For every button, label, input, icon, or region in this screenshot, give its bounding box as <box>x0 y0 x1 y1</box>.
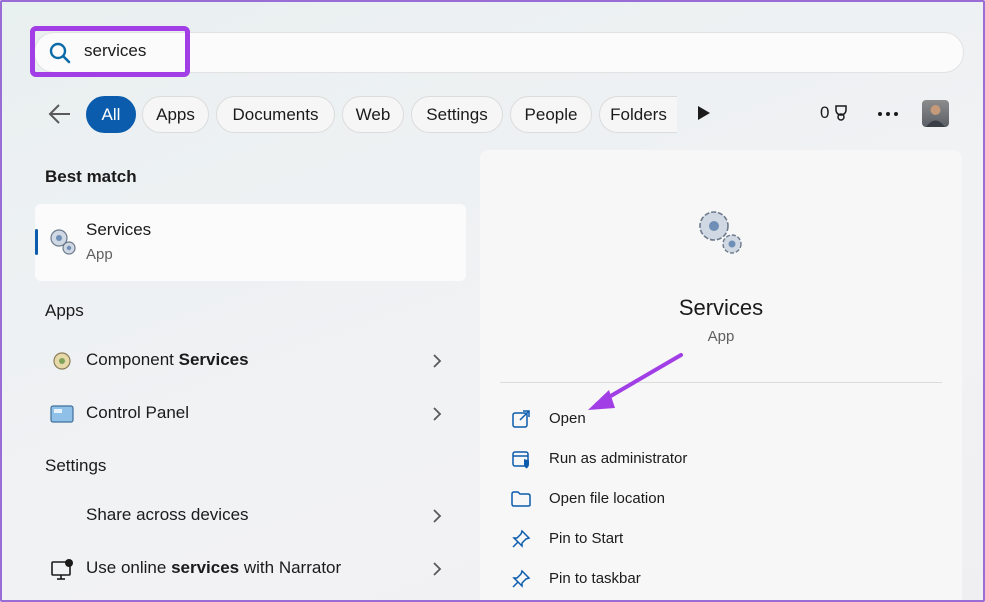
action-pin-to-taskbar[interactable]: Pin to taskbar <box>510 564 910 594</box>
annotation-arrow-icon <box>588 353 683 410</box>
chevron-right-icon <box>433 509 442 523</box>
detail-subtitle: App <box>707 328 735 345</box>
tab-web[interactable]: Web <box>342 96 404 133</box>
list-item-label: Control Panel <box>86 403 190 422</box>
action-label: Pin to taskbar <box>549 570 641 587</box>
more-options-icon[interactable] <box>876 110 900 118</box>
tab-documents[interactable]: Documents <box>216 96 335 133</box>
best-match-heading: Best match <box>45 167 137 186</box>
detail-divider <box>500 382 942 383</box>
rewards-points[interactable]: 0 <box>820 103 849 123</box>
action-label: Run as administrator <box>549 450 688 467</box>
admin-shield-icon <box>512 451 529 469</box>
list-item-label: Use online services with Narrator <box>86 558 342 577</box>
pin-icon <box>512 529 531 548</box>
list-item-label: Component Services <box>86 350 249 369</box>
apps-heading: Apps <box>45 301 84 320</box>
action-label: Open <box>549 410 586 427</box>
action-open[interactable]: Open <box>510 404 910 434</box>
more-filters-play-icon[interactable] <box>696 104 712 122</box>
tab-folders[interactable]: Folders <box>599 96 677 133</box>
tab-people[interactable]: People <box>510 96 592 133</box>
narrator-monitor-icon <box>51 559 73 580</box>
action-open-file-location[interactable]: Open file location <box>510 484 910 514</box>
open-external-icon <box>512 410 530 428</box>
action-pin-to-start[interactable]: Pin to Start <box>510 524 910 554</box>
detail-title: Services <box>678 295 764 320</box>
user-avatar[interactable] <box>922 100 949 127</box>
search-highlight-box <box>30 26 190 77</box>
selection-indicator <box>35 229 38 255</box>
settings-heading: Settings <box>45 456 107 475</box>
chevron-right-icon <box>433 407 442 421</box>
back-arrow-icon[interactable] <box>46 100 74 128</box>
trophy-icon <box>835 105 848 121</box>
list-item-control-panel[interactable]: Control Panel <box>35 392 466 436</box>
action-label: Open file location <box>549 490 665 507</box>
chevron-right-icon <box>433 562 442 576</box>
best-match-subtitle: App <box>86 246 113 263</box>
list-item-component-services[interactable]: Component Services <box>35 339 466 383</box>
action-label: Pin to Start <box>549 530 624 547</box>
tab-all[interactable]: All <box>86 96 136 133</box>
person-icon <box>926 105 945 127</box>
services-gear-icon <box>50 229 76 255</box>
services-gear-large-icon <box>699 211 742 254</box>
control-panel-icon <box>50 405 74 423</box>
points-count: 0 <box>820 103 830 122</box>
list-item-label: Share across devices <box>86 505 249 524</box>
action-run-as-admin[interactable]: Run as administrator <box>510 444 910 474</box>
list-item-share-across-devices[interactable]: Share across devices <box>35 494 466 538</box>
list-item-online-services-narrator[interactable]: Use online services with Narrator <box>35 547 466 591</box>
component-services-icon <box>53 352 71 370</box>
best-match-title: Services <box>86 220 152 239</box>
tab-apps[interactable]: Apps <box>142 96 209 133</box>
tab-settings[interactable]: Settings <box>411 96 503 133</box>
pin-icon <box>512 569 531 588</box>
chevron-right-icon <box>433 354 442 368</box>
folder-icon <box>511 491 531 507</box>
best-match-card[interactable] <box>35 204 466 281</box>
